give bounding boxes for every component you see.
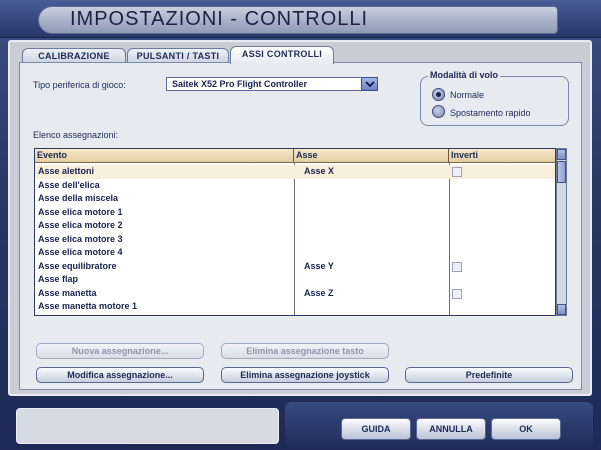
- scroll-down-button[interactable]: [557, 304, 566, 315]
- table-row[interactable]: Asse equilibratore Asse Y: [35, 260, 555, 274]
- event-cell: Asse della miscela: [38, 193, 119, 203]
- table-row[interactable]: Asse della miscela: [35, 192, 555, 206]
- invert-checkbox[interactable]: [452, 261, 462, 272]
- flight-mode-group: [420, 76, 569, 126]
- help-button[interactable]: GUIDA: [341, 418, 411, 440]
- event-cell: Asse flap: [38, 274, 79, 284]
- table-row[interactable]: Asse elica motore 3: [35, 233, 555, 247]
- column-header-evento[interactable]: Evento: [35, 149, 294, 163]
- status-panel: [16, 408, 279, 444]
- cancel-button[interactable]: ANNULLA: [416, 418, 486, 440]
- event-cell: Asse elica motore 2: [38, 220, 123, 230]
- event-cell: Asse elica motore 4: [38, 247, 123, 257]
- table-header: Evento Asse Inverti: [35, 149, 555, 163]
- invert-checkbox[interactable]: [452, 167, 462, 177]
- device-select-value: Saitek X52 Pro Flight Controller: [172, 79, 308, 89]
- delete-joystick-assignment-button[interactable]: Elimina assegnazione joystick: [221, 367, 389, 383]
- assignments-table: Evento Asse Inverti Asse alettoni Asse XA…: [34, 148, 556, 316]
- radio-spostamento-rapido[interactable]: [432, 105, 445, 118]
- scroll-up-button[interactable]: [557, 149, 566, 160]
- table-row[interactable]: Asse flap: [35, 273, 555, 287]
- event-cell: Asse dell'elica: [38, 179, 100, 190]
- table-row[interactable]: Asse dell'elica: [35, 179, 555, 193]
- flight-mode-title: Modalità di volo: [428, 70, 501, 80]
- column-header-inverti[interactable]: Inverti: [449, 149, 555, 163]
- table-row[interactable]: Asse alettoni Asse X: [35, 165, 555, 179]
- new-assignment-button[interactable]: Nuova assegnazione...: [36, 343, 204, 359]
- tab-assi-controlli[interactable]: ASSI CONTROLLI: [230, 46, 334, 64]
- radio-spostamento-label: Spostamento rapido: [450, 108, 531, 118]
- event-cell: Asse alettoni: [38, 166, 95, 176]
- event-cell: Asse elica motore 1: [38, 206, 123, 217]
- table-row[interactable]: Asse manetta Asse Z: [35, 287, 555, 301]
- axis-cell: Asse X: [304, 166, 335, 176]
- table-row[interactable]: Asse manetta motore 1: [35, 300, 555, 314]
- event-cell: Asse manetta motore 1: [38, 301, 138, 311]
- device-label: Tipo periferica di gioco:: [33, 80, 126, 90]
- radio-normale-label: Normale: [450, 90, 485, 100]
- chevron-down-icon[interactable]: [361, 77, 378, 91]
- device-select[interactable]: Saitek X52 Pro Flight Controller: [166, 77, 378, 91]
- assignments-label: Elenco assegnazioni:: [33, 130, 119, 140]
- event-cell: Asse equilibratore: [38, 260, 117, 271]
- invert-checkbox[interactable]: [452, 288, 462, 299]
- event-cell: Asse manetta: [38, 287, 97, 298]
- table-row[interactable]: Asse elica motore 4: [35, 246, 555, 260]
- window-title: IMPOSTAZIONI - CONTROLLI: [70, 8, 369, 30]
- table-row[interactable]: Asse elica motore 1: [35, 206, 555, 220]
- modify-assignment-button[interactable]: Modifica assegnazione...: [36, 367, 204, 383]
- scroll-thumb[interactable]: [557, 161, 566, 183]
- delete-key-assignment-button[interactable]: Elimina assegnazione tasto: [221, 343, 389, 359]
- column-header-asse[interactable]: Asse: [294, 149, 449, 163]
- radio-normale[interactable]: [432, 88, 445, 101]
- defaults-button[interactable]: Predefinite: [405, 367, 573, 383]
- axis-cell: Asse Y: [304, 260, 334, 271]
- event-cell: Asse elica motore 3: [38, 233, 123, 244]
- vertical-scrollbar[interactable]: [556, 148, 567, 316]
- table-row[interactable]: Asse elica motore 2: [35, 219, 555, 233]
- ok-button[interactable]: OK: [491, 418, 561, 440]
- axis-cell: Asse Z: [304, 287, 334, 298]
